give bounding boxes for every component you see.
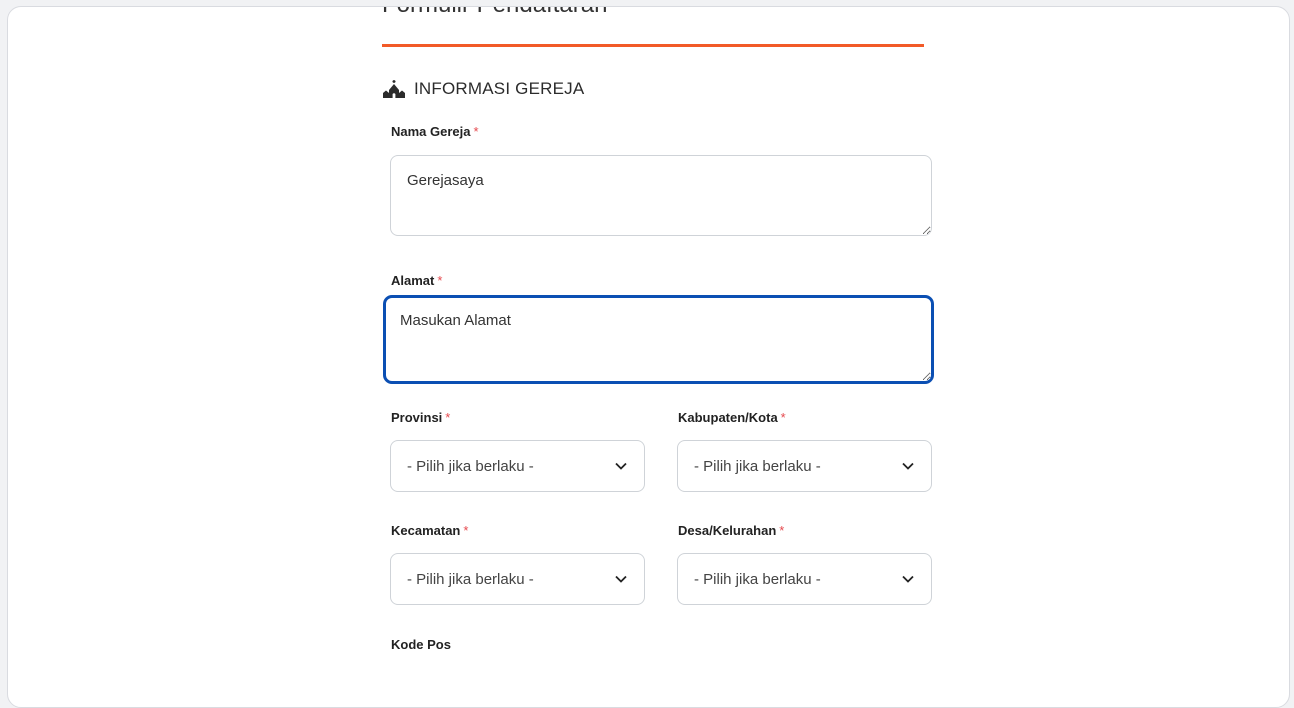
kabupaten-label: Kabupaten/Kota * xyxy=(678,410,786,425)
alamat-label-text: Alamat xyxy=(391,273,435,288)
required-mark: * xyxy=(473,124,479,139)
kabupaten-select[interactable]: - Pilih jika berlaku - xyxy=(677,440,932,492)
kode-pos-label: Kode Pos xyxy=(391,637,451,652)
nama-gereja-input[interactable]: Gerejasaya xyxy=(390,155,932,236)
kecamatan-label-text: Kecamatan xyxy=(391,523,461,538)
desa-select[interactable]: - Pilih jika berlaku - xyxy=(677,553,932,605)
kecamatan-label: Kecamatan * xyxy=(391,523,468,538)
kecamatan-select[interactable]: - Pilih jika berlaku - xyxy=(390,553,645,605)
chevron-down-icon xyxy=(902,462,914,470)
provinsi-select[interactable]: - Pilih jika berlaku - xyxy=(390,440,645,492)
provinsi-label-text: Provinsi xyxy=(391,410,443,425)
desa-label-text: Desa/Kelurahan xyxy=(678,523,777,538)
section-header: INFORMASI GEREJA xyxy=(382,77,584,101)
form-title: Formulir Pendaftaran xyxy=(382,7,607,19)
required-mark: * xyxy=(437,273,443,288)
provinsi-selected-value: - Pilih jika berlaku - xyxy=(407,457,534,475)
browser-frame: Formulir Pendaftaran INFORMASI GEREJA Na… xyxy=(7,6,1290,708)
title-underline xyxy=(382,44,924,47)
required-mark: * xyxy=(780,410,786,425)
chevron-down-icon xyxy=(902,575,914,583)
section-title: INFORMASI GEREJA xyxy=(414,79,585,98)
kabupaten-selected-value: - Pilih jika berlaku - xyxy=(694,457,821,475)
chevron-down-icon xyxy=(615,575,627,583)
kecamatan-selected-value: - Pilih jika berlaku - xyxy=(407,570,534,588)
kabupaten-label-text: Kabupaten/Kota xyxy=(678,410,778,425)
required-mark: * xyxy=(779,523,785,538)
church-icon xyxy=(383,80,405,98)
alamat-input[interactable]: Masukan Alamat xyxy=(383,295,934,384)
chevron-down-icon xyxy=(615,462,627,470)
alamat-label: Alamat * xyxy=(391,273,442,288)
desa-label: Desa/Kelurahan * xyxy=(678,523,784,538)
desa-selected-value: - Pilih jika berlaku - xyxy=(694,570,821,588)
nama-gereja-label: Nama Gereja * xyxy=(391,124,479,139)
provinsi-label: Provinsi * xyxy=(391,410,450,425)
required-mark: * xyxy=(445,410,451,425)
nama-gereja-label-text: Nama Gereja xyxy=(391,124,471,139)
required-mark: * xyxy=(463,523,469,538)
